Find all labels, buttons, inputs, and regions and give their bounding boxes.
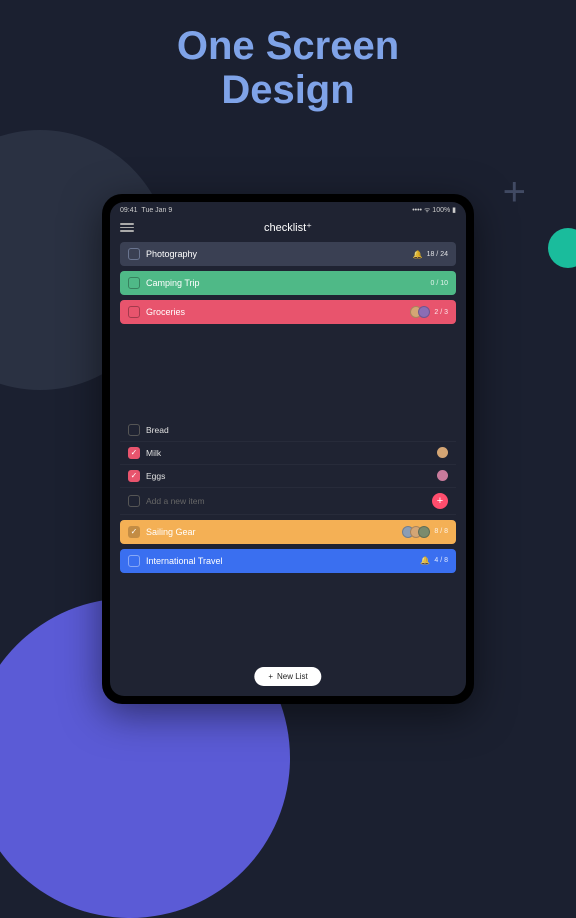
- add-item-placeholder[interactable]: Add a new item: [146, 496, 426, 506]
- item-text: Eggs: [146, 471, 431, 481]
- status-bar: 09:41 Tue Jan 9 •••• ᯤ 100% ▮: [110, 202, 466, 217]
- bell-icon: 🔔: [420, 556, 430, 565]
- item-row[interactable]: ✓ Eggs: [120, 465, 456, 488]
- list-title: Groceries: [146, 307, 404, 317]
- list-counter: 0 / 10: [430, 280, 448, 287]
- checkbox-icon: [128, 495, 140, 507]
- tablet-frame: 09:41 Tue Jan 9 •••• ᯤ 100% ▮ checklist⁺…: [102, 194, 474, 704]
- checkbox-icon[interactable]: [128, 306, 140, 318]
- avatars: [402, 526, 430, 538]
- plus-icon: +: [268, 672, 273, 681]
- avatar: [437, 470, 448, 481]
- list-counter: 8 / 8: [434, 528, 448, 535]
- checkbox-icon[interactable]: ✓: [128, 447, 140, 459]
- list-row-groceries[interactable]: Groceries 2 / 3: [120, 300, 456, 324]
- list-title: Photography: [146, 249, 407, 259]
- list-title: International Travel: [146, 556, 414, 566]
- bell-icon: 🔔: [413, 250, 423, 259]
- add-button[interactable]: +: [432, 493, 448, 509]
- avatar: [437, 447, 448, 458]
- list-row-photography[interactable]: Photography 🔔 18 / 24: [120, 242, 456, 266]
- menu-icon[interactable]: [120, 223, 134, 232]
- list-row-travel[interactable]: International Travel 🔔 4 / 8: [120, 549, 456, 573]
- checkbox-icon[interactable]: [128, 248, 140, 260]
- checkbox-icon[interactable]: [128, 424, 140, 436]
- avatars: [410, 306, 430, 318]
- decorative-plus-icon: +: [503, 170, 526, 215]
- add-item-row[interactable]: Add a new item +: [120, 488, 456, 515]
- list-row-sailing[interactable]: ✓ Sailing Gear 8 / 8: [120, 520, 456, 544]
- item-text: Milk: [146, 448, 431, 458]
- checkbox-icon[interactable]: [128, 277, 140, 289]
- list-row-camping[interactable]: Camping Trip 0 / 10: [120, 271, 456, 295]
- app-title: checklist⁺: [264, 221, 312, 234]
- item-text: Bread: [146, 425, 448, 435]
- list-counter: 4 / 8: [434, 557, 448, 564]
- checkbox-icon[interactable]: ✓: [128, 526, 140, 538]
- new-list-button[interactable]: + New List: [254, 667, 321, 686]
- headline: One ScreenDesign: [0, 24, 576, 112]
- list-title: Camping Trip: [146, 278, 424, 288]
- checkbox-icon[interactable]: [128, 555, 140, 567]
- list-title: Sailing Gear: [146, 527, 396, 537]
- item-row[interactable]: ✓ Milk: [120, 442, 456, 465]
- checkbox-icon[interactable]: ✓: [128, 470, 140, 482]
- list-counter: 18 / 24: [427, 251, 448, 258]
- item-row[interactable]: Bread: [120, 419, 456, 442]
- list-counter: 2 / 3: [434, 309, 448, 316]
